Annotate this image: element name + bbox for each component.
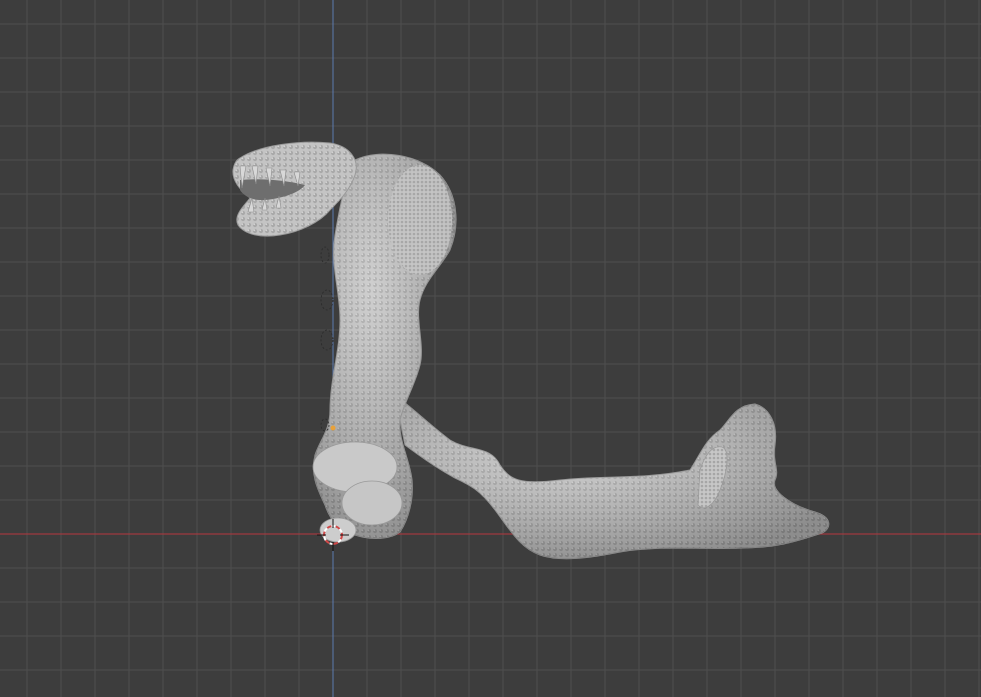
mesh-chest-bulge (388, 165, 452, 275)
mesh-foot-lower (341, 480, 403, 526)
viewport-grid (0, 0, 981, 697)
creature-mesh[interactable] (232, 141, 830, 560)
3d-viewport[interactable] (0, 0, 981, 697)
viewport-canvas[interactable] (0, 0, 981, 697)
object-origin-icon[interactable] (330, 425, 336, 431)
